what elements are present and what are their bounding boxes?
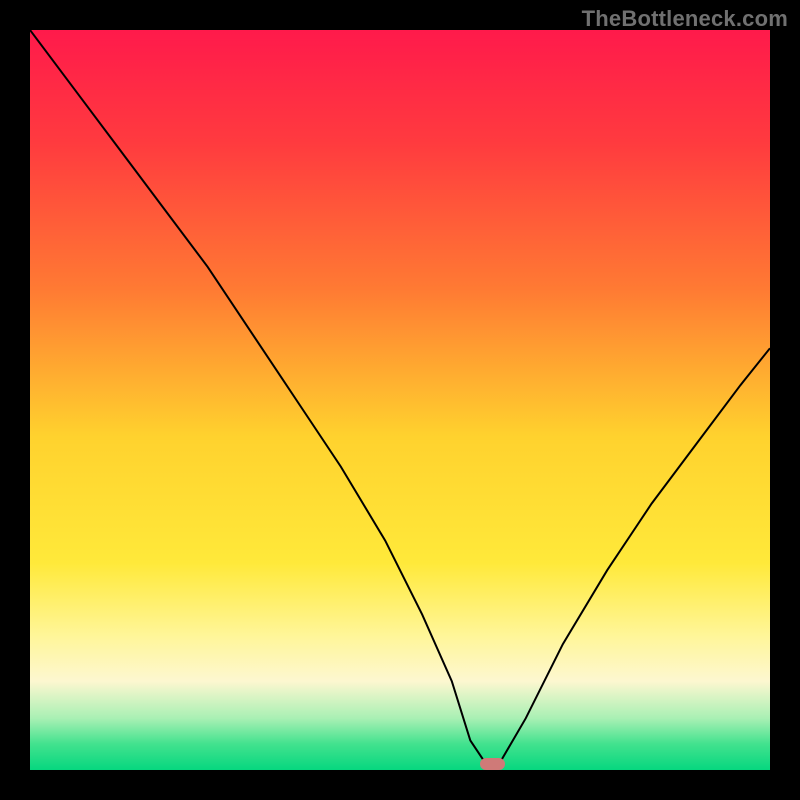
bottleneck-curve bbox=[30, 30, 770, 763]
curve-layer bbox=[30, 30, 770, 770]
optimal-marker bbox=[480, 758, 505, 770]
plot-area bbox=[30, 30, 770, 770]
chart-frame: TheBottleneck.com bbox=[0, 0, 800, 800]
watermark-text: TheBottleneck.com bbox=[582, 6, 788, 32]
